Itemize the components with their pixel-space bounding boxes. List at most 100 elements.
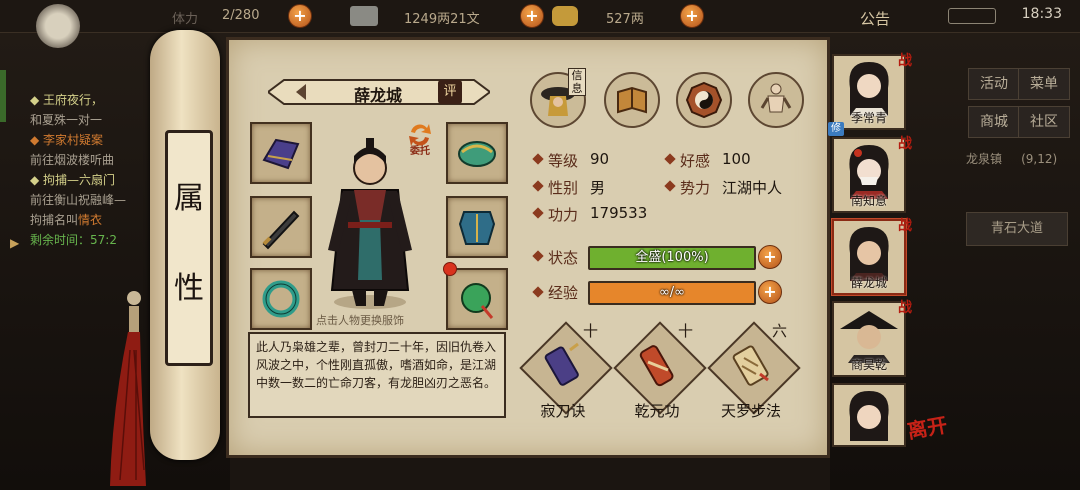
equip-slot-accessory[interactable] [446, 268, 508, 330]
exp-bar-text: ∞/∞ [658, 285, 686, 300]
battle-badge: 战 [898, 218, 912, 234]
armor-icon [458, 211, 496, 245]
side-handle[interactable] [0, 70, 6, 122]
gender-value: 男 [590, 179, 606, 197]
gloves-icon [262, 138, 300, 170]
status-bar: 全盛(100%) [588, 246, 756, 270]
stamina-label: 体力 [172, 12, 199, 27]
battle-badge: 战 [898, 136, 912, 152]
portrait-icon [849, 145, 889, 199]
favor-label: 好感 [680, 152, 711, 170]
tassel-icon [110, 291, 146, 486]
tab-meridian[interactable] [748, 72, 804, 128]
quest-log[interactable]: ◆ 王府夜行， 和夏殊一对一 ◆ 李家村疑案 前往烟波楼听曲 ◆ 拘捕—六扇门 … [30, 90, 160, 250]
portrait-icon [849, 62, 889, 116]
quest-title: ◆ 李家村疑案 [30, 133, 104, 147]
blade-icon [262, 210, 300, 250]
stamina-value: 2/280 [222, 8, 260, 23]
power-label: 功力 [548, 206, 579, 224]
announcement-button[interactable]: 公告 [860, 8, 890, 29]
headband-icon [458, 141, 496, 167]
add-exp-button[interactable]: + [758, 280, 782, 304]
red-scroll-icon [639, 345, 674, 387]
faction-label: 势力 [680, 179, 711, 197]
roster-card[interactable] [832, 383, 906, 447]
body-figure-icon [760, 83, 792, 113]
roster-name: 南知意 [850, 194, 887, 208]
quest-timer: 剩余时间：57:2 [30, 233, 117, 247]
scroll-title-char: 性 [174, 271, 204, 306]
roster-card[interactable]: 战 南知意 [832, 136, 912, 213]
jade-pendant-icon [461, 283, 494, 319]
bagua-icon [685, 81, 723, 119]
portrait-icon [849, 227, 889, 281]
book-icon [617, 86, 647, 114]
power-value: 179533 [590, 204, 648, 222]
quest-title: ◆ 王府夜行， [30, 93, 104, 107]
add-gold-button[interactable]: + [680, 4, 704, 28]
roster-card[interactable]: 战 商昊乾 [832, 300, 912, 377]
equip-slot-weapon[interactable] [250, 196, 312, 258]
gender-label: 性别 [548, 179, 579, 197]
status-bar-text: 全盛(100%) [635, 250, 709, 265]
roster-card[interactable]: 战 修 季常青 [828, 53, 912, 136]
skill-name: 天罗步法 [720, 402, 781, 420]
change-outfit-hint: 点击人物更换服饰 [316, 314, 404, 327]
gold-value: 527两 [606, 12, 644, 27]
roster-name: 季常青 [850, 111, 887, 125]
skill-level: 十 [678, 322, 694, 340]
skill-name: 寂刀诀 [540, 402, 586, 420]
roster-card-selected[interactable]: 战 薛龙城 [832, 218, 912, 295]
shop-button[interactable]: 商城 [968, 106, 1020, 138]
scroll-title-char: 属 [174, 181, 204, 216]
quest-title: ◆ 拘捕—六扇门 [30, 173, 116, 187]
quest-detail: 拘捕名叫情衣 [30, 213, 103, 227]
scroll-title: 属 性 [165, 130, 213, 366]
location-readout: 龙泉镇 (9,12) [966, 152, 1058, 166]
character-name: 薛龙城 [353, 86, 402, 105]
favor-value: 100 [722, 150, 751, 168]
roster-name: 商昊乾 [850, 358, 887, 372]
exp-label: 经验 [548, 284, 579, 302]
character-figure[interactable] [320, 130, 420, 312]
skill-level: 六 [772, 322, 788, 340]
road-button[interactable]: 青石大道 [966, 212, 1068, 246]
scroll-weapon-icon [544, 342, 579, 386]
skill-level: 十 [583, 322, 599, 340]
add-silver-button[interactable]: + [520, 4, 544, 28]
gold-icon [552, 6, 578, 26]
quest-detail: 前往烟波楼听曲 [30, 153, 115, 167]
tab-info-label: 信息 [568, 68, 586, 96]
roster-name: 薛龙城 [850, 276, 887, 290]
portrait-icon [849, 391, 889, 441]
faction-value: 江湖中人 [722, 179, 783, 197]
notification-dot [443, 262, 457, 276]
clock-time: 18:33 [1021, 6, 1062, 22]
battle-badge: 战 [898, 53, 912, 69]
exp-bar: ∞/∞ [588, 281, 756, 305]
add-stamina-button[interactable]: + [288, 4, 312, 28]
skill-name: 乾元功 [634, 402, 680, 420]
level-value: 90 [590, 150, 610, 168]
character-bio: 此人乃枭雄之辈，曾封刀二十年，因旧仇卷入风波之中，个性刚直孤傲，嗜酒如命，是江湖… [248, 332, 506, 418]
top-resource-bar: 体力 2/280 + 1249两21文 + 527两 + 公告 18:33 [0, 0, 1080, 33]
compass-icon[interactable] [36, 4, 80, 48]
level-label: 等级 [548, 152, 579, 170]
menu-button[interactable]: 菜单 [1018, 68, 1070, 100]
portrait-icon [840, 311, 898, 363]
silver-icon [350, 6, 378, 26]
tab-bagua[interactable] [676, 72, 732, 128]
battle-badge: 战 [898, 300, 912, 316]
tab-book[interactable] [604, 72, 660, 128]
restore-status-button[interactable]: + [758, 245, 782, 269]
status-label: 状态 [548, 249, 579, 267]
evaluate-button[interactable]: 评 [438, 80, 462, 104]
expand-arrow-icon[interactable]: ▶ [10, 236, 19, 250]
community-button[interactable]: 社区 [1018, 106, 1070, 138]
equip-slot-armor[interactable] [446, 196, 508, 258]
battery-icon [948, 8, 996, 24]
activity-button[interactable]: 活动 [968, 68, 1020, 100]
equip-slot-hat[interactable] [446, 122, 508, 184]
silver-value: 1249两21文 [404, 12, 480, 27]
equip-slot-gloves[interactable] [250, 122, 312, 184]
